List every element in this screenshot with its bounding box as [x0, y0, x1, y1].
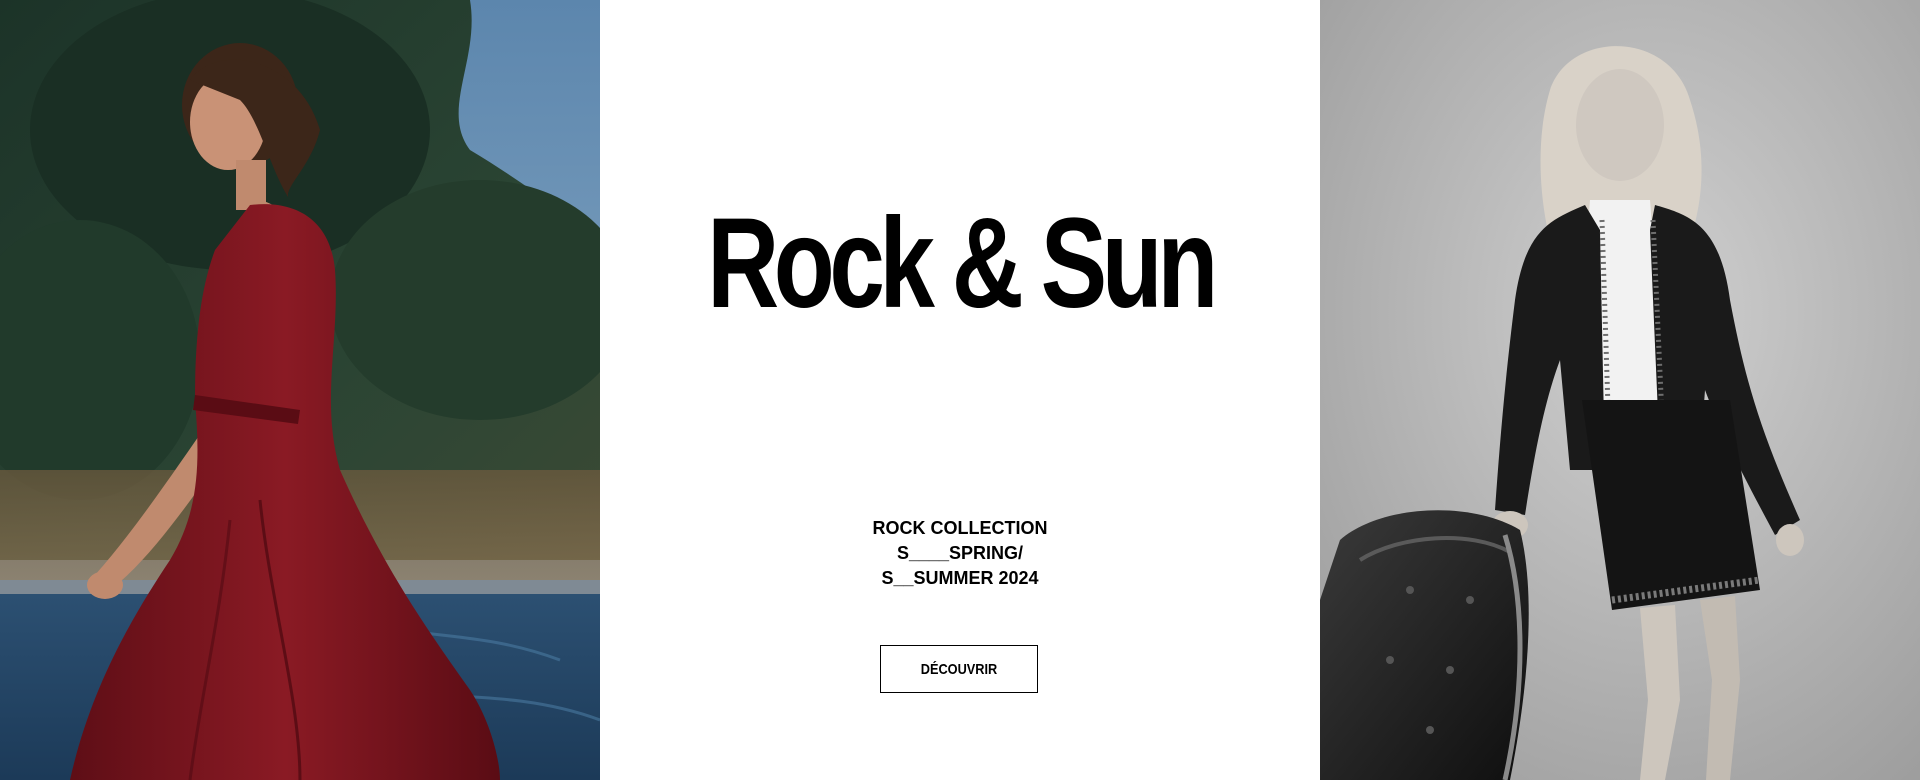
- collection-line: ROCK COLLECTION: [872, 518, 1048, 538]
- collection-line: S__SUMMER 2024: [881, 568, 1039, 588]
- hero-banner[interactable]: Rock & Sun ROCK COLLECTION S____SPRING/ …: [0, 0, 1920, 780]
- discover-button-label: DÉCOUVRIR: [920, 660, 998, 678]
- collection-subtitle: ROCK COLLECTION S____SPRING/ S__SUMMER 2…: [600, 516, 1320, 591]
- woman-in-black-jacket-image: [1320, 0, 1920, 780]
- hero-title: Rock & Sun: [707, 192, 1218, 335]
- collection-line: S____SPRING/: [896, 543, 1024, 563]
- woman-in-red-dress-image: [0, 0, 600, 780]
- discover-button[interactable]: DÉCOUVRIR: [880, 645, 1038, 693]
- right-campaign-photo[interactable]: [1320, 0, 1920, 780]
- hero-content: Rock & Sun ROCK COLLECTION S____SPRING/ …: [600, 0, 1320, 780]
- left-campaign-photo[interactable]: [0, 0, 600, 780]
